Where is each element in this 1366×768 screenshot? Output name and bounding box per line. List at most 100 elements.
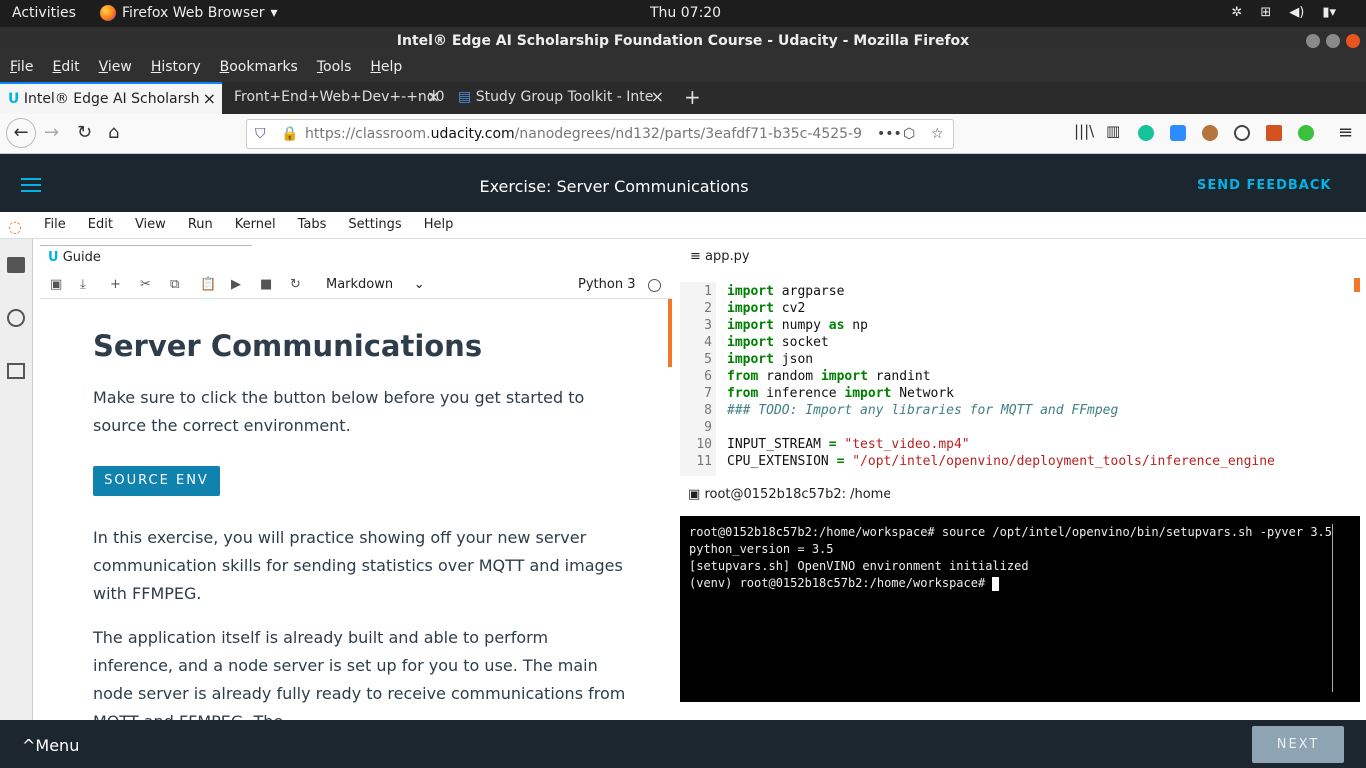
next-button[interactable]: NEXT <box>1252 726 1344 763</box>
menu-history[interactable]: History <box>141 55 201 82</box>
code-token: "test_video.mp4" <box>836 437 970 452</box>
save-icon[interactable]: ▣ <box>50 277 62 292</box>
network-icon[interactable]: ⊞ <box>1260 5 1271 20</box>
code-token: import <box>727 284 774 299</box>
code-token: cv2 <box>773 301 806 316</box>
cut-icon[interactable]: ✂ <box>140 277 151 292</box>
grammarly-icon[interactable] <box>1138 125 1154 141</box>
back-button[interactable]: ← <box>6 118 36 148</box>
menu-file[interactable]: File <box>0 55 33 82</box>
hamburger-menu-icon[interactable]: ≡ <box>1338 122 1353 143</box>
code-token: "/opt/intel/openvino/deployment_tools/in… <box>844 454 1275 469</box>
restart-icon[interactable]: ↻ <box>290 277 301 292</box>
cell-type-select[interactable]: Markdown ⌄ <box>326 277 425 292</box>
app-menu[interactable]: Firefox Web Browser ▾ <box>100 5 278 21</box>
extension-icon[interactable] <box>1266 125 1282 141</box>
library-icon[interactable]: |||\ <box>1074 122 1094 140</box>
jl-menu-edit[interactable]: Edit <box>88 217 113 232</box>
folder-icon[interactable] <box>7 257 25 273</box>
code-token: import <box>727 301 774 316</box>
cookie-icon[interactable] <box>1202 125 1218 141</box>
close-tab-icon[interactable]: × <box>203 84 216 114</box>
download-icon[interactable]: ⤓ <box>80 277 86 292</box>
system-top-bar: Activities Firefox Web Browser ▾ Thu 07:2… <box>0 0 1366 27</box>
editor-tab[interactable]: ≡ app.py <box>680 245 892 271</box>
menu-toggle[interactable]: ^Menu <box>22 736 79 755</box>
terminal-line: [setupvars.sh] OpenVINO environment init… <box>689 559 1029 573</box>
terminal-icon: ▣ <box>688 487 701 502</box>
guide-tab[interactable]: U Guide <box>40 245 252 271</box>
menu-tools[interactable]: Tools <box>307 55 352 82</box>
paste-icon[interactable]: 📋 <box>200 277 216 292</box>
jl-menu-run[interactable]: Run <box>188 217 213 232</box>
terminal-line: root@0152b18c57b2:/home/workspace# sourc… <box>689 525 1332 539</box>
bookmark-star-icon[interactable]: ☆ <box>931 120 944 148</box>
navigation-toolbar: ← → ↻ ⌂ ⛉ 🔒 https://classroom.udacity.co… <box>0 114 1366 154</box>
code-token: argparse <box>773 284 845 299</box>
extension-green-icon[interactable] <box>1298 125 1314 141</box>
close-window-button[interactable] <box>1346 34 1360 48</box>
tab-strip: U Intel® Edge AI Scholarsh × Front+End+W… <box>0 82 1366 114</box>
volume-icon[interactable]: ◀) <box>1289 5 1304 20</box>
tab-study-group[interactable]: ▤ Study Group Toolkit - Inte × <box>450 82 670 114</box>
jupyter-menu-bar: ◌ File Edit View Run Kernel Tabs Setting… <box>0 212 1366 239</box>
terminal-tab[interactable]: ▣ root@0152b18c57b2: /home/w <box>680 483 890 509</box>
add-cell-icon[interactable]: + <box>110 277 121 292</box>
code-editor[interactable]: 1 import argparse 2 import cv2 3 import numpy… <box>680 278 1360 476</box>
forward-button[interactable]: → <box>44 122 59 143</box>
terminal[interactable]: root@0152b18c57b2:/home/workspace# sourc… <box>680 516 1360 702</box>
run-icon[interactable]: ▶ <box>231 277 241 292</box>
scrollbar[interactable] <box>1354 278 1360 292</box>
scrollbar[interactable] <box>1332 524 1333 692</box>
line-number: 11 <box>696 454 712 469</box>
kernel-name[interactable]: Python 3 <box>578 277 635 292</box>
system-tray[interactable]: ✲ ⊞ ◀) ▮▾ <box>1231 5 1336 20</box>
menu-edit[interactable]: Edit <box>42 55 79 82</box>
guide-paragraph-3: The application itself is already built … <box>93 628 626 720</box>
browser-menu-bar: File Edit View History Bookmarks Tools H… <box>0 55 1366 82</box>
tabs-icon[interactable] <box>7 363 25 379</box>
guide-content[interactable]: Server Communications Make sure to click… <box>40 299 672 720</box>
sidebar-icon[interactable]: ▥ <box>1106 122 1120 140</box>
pocket-icon[interactable]: ⬡ <box>903 120 915 148</box>
menu-bookmarks[interactable]: Bookmarks <box>210 55 298 82</box>
line-number: 10 <box>696 437 712 452</box>
send-feedback-link[interactable]: SEND FEEDBACK <box>1197 178 1331 193</box>
code-token: socket <box>773 335 829 350</box>
udacity-icon: U <box>48 250 59 265</box>
tab-udacity[interactable]: U Intel® Edge AI Scholarsh × <box>0 82 222 114</box>
copy-icon[interactable]: ⧉ <box>170 277 179 292</box>
accessibility-icon[interactable]: ✲ <box>1231 5 1242 20</box>
stop-icon[interactable]: ■ <box>260 277 272 292</box>
minimize-button[interactable] <box>1306 34 1320 48</box>
jl-menu-kernel[interactable]: Kernel <box>235 217 276 232</box>
menu-help[interactable]: Help <box>360 55 402 82</box>
url-bar[interactable]: ⛉ 🔒 https://classroom.udacity.com/nanode… <box>246 119 954 149</box>
zoom-icon[interactable] <box>1170 125 1186 141</box>
battery-icon[interactable]: ▮▾ <box>1322 5 1336 20</box>
kernel-status-icon <box>648 279 661 292</box>
menu-view[interactable]: View <box>89 55 132 82</box>
jl-menu-help[interactable]: Help <box>424 217 454 232</box>
jl-menu-file[interactable]: File <box>44 217 66 232</box>
account-icon[interactable] <box>1234 125 1250 141</box>
jl-menu-tabs[interactable]: Tabs <box>298 217 327 232</box>
page-actions-icon[interactable]: ••• <box>873 120 902 148</box>
udacity-icon: U <box>8 91 20 107</box>
jl-menu-settings[interactable]: Settings <box>348 217 401 232</box>
code-token: Network <box>891 386 954 401</box>
running-icon[interactable] <box>7 309 25 327</box>
close-tab-icon[interactable]: × <box>427 82 440 112</box>
scrollbar[interactable] <box>668 299 672 367</box>
activities-button[interactable]: Activities <box>12 5 76 21</box>
new-tab-button[interactable]: + <box>676 82 706 114</box>
clock[interactable]: Thu 07:20 <box>650 5 721 21</box>
tab-front-end[interactable]: Front+End+Web+Dev+-+nd0 × <box>226 82 446 114</box>
source-env-button[interactable]: SOURCE ENV <box>93 466 220 496</box>
jl-menu-view[interactable]: View <box>135 217 166 232</box>
home-button[interactable]: ⌂ <box>108 122 119 143</box>
line-number: 6 <box>704 369 712 384</box>
maximize-button[interactable] <box>1326 34 1340 48</box>
close-tab-icon[interactable]: × <box>651 82 664 112</box>
reload-button[interactable]: ↻ <box>77 122 92 143</box>
